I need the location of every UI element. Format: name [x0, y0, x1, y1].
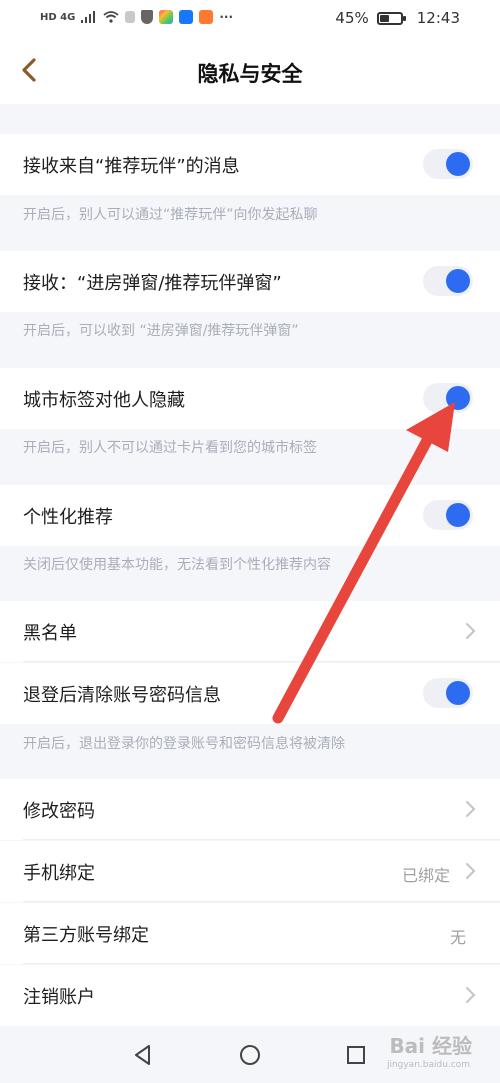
setting-label: 黑名单: [23, 623, 77, 644]
status-left: HD 4G ···: [40, 10, 233, 24]
setting-blacklist[interactable]: 黑名单: [0, 601, 500, 662]
third-party-binding-status: 无: [449, 928, 466, 947]
city-tag-toggle[interactable]: [423, 383, 473, 413]
watermark-logo: Bai 经验: [389, 1034, 472, 1058]
setting-phone-binding[interactable]: 手机绑定 已绑定: [0, 841, 500, 902]
setting-label: 个性化推荐: [23, 507, 113, 528]
toggle-knob: [446, 152, 470, 176]
divider: [23, 661, 500, 662]
divider: [23, 901, 500, 902]
setting-label: 接收：“进房弹窗/推荐玩伴弹窗”: [23, 273, 282, 294]
setting-third-party-binding[interactable]: 第三方账号绑定 无: [0, 903, 500, 964]
signal-icon: [81, 11, 96, 23]
recommend-messages-description: 开启后，别人可以通过“推荐玩伴”向你发起私聊: [23, 207, 318, 223]
status-right: 45% 12:43: [335, 9, 460, 27]
setting-label: 注销账户: [23, 987, 95, 1008]
setting-personalized-recommendation: 个性化推荐: [0, 485, 500, 546]
setting-cancel-account[interactable]: 注销账户: [0, 965, 500, 1026]
clock: 12:43: [416, 9, 460, 27]
chevron-right-icon: [466, 623, 476, 639]
setting-label: 手机绑定: [23, 863, 95, 884]
setting-recommend-messages: 接收来自“推荐玩伴”的消息: [0, 134, 500, 195]
popup-notifications-description: 开启后，可以收到 “进房弹窗/推荐玩伴弹窗”: [23, 323, 299, 339]
city-tag-description: 开启后，别人不可以通过卡片看到您的城市标签: [23, 440, 317, 456]
toggle-knob: [446, 503, 470, 527]
app-icon: [179, 10, 194, 24]
toggle-knob: [446, 386, 470, 410]
network-indicator: HD 4G: [40, 11, 76, 23]
setting-change-password[interactable]: 修改密码: [0, 779, 500, 840]
recommend-messages-toggle[interactable]: [423, 149, 473, 179]
clear-on-logout-description: 开启后，退出登录你的登录账号和密码信息将被清除: [23, 736, 345, 752]
phone-binding-status: 已绑定: [401, 866, 450, 885]
download-icon: [125, 11, 136, 23]
setting-label: 修改密码: [23, 801, 95, 822]
setting-label: 接收来自“推荐玩伴”的消息: [23, 156, 240, 177]
header: 隐私与安全: [0, 38, 500, 104]
back-triangle-icon[interactable]: [132, 1044, 154, 1066]
watermark-url: jingyan.baidu.com: [386, 1060, 470, 1070]
battery-icon: [376, 11, 406, 25]
popup-notifications-toggle[interactable]: [423, 266, 473, 296]
setting-label: 退登后清除账号密码信息: [23, 685, 221, 706]
app-icon: [159, 10, 174, 24]
recents-square-icon[interactable]: [345, 1044, 367, 1066]
personalized-recommendation-description: 关闭后仅使用基本功能，无法看到个性化推荐内容: [23, 557, 331, 573]
chevron-right-icon: [466, 801, 476, 817]
toggle-knob: [446, 681, 470, 705]
setting-clear-on-logout: 退登后清除账号密码信息: [0, 663, 500, 724]
chevron-right-icon: [466, 987, 476, 1003]
wifi-icon: [103, 11, 119, 23]
status-bar: HD 4G ··· 45% 12:43: [0, 0, 500, 38]
app-icon: [199, 10, 214, 24]
home-circle-icon[interactable]: [239, 1044, 261, 1066]
clear-on-logout-toggle[interactable]: [423, 678, 473, 708]
shield-icon: [141, 10, 154, 24]
more-dots: ···: [219, 10, 234, 24]
personalized-recommendation-toggle[interactable]: [423, 500, 473, 530]
setting-popup-notifications: 接收：“进房弹窗/推荐玩伴弹窗”: [0, 251, 500, 312]
divider: [23, 963, 500, 964]
battery-fill: [379, 14, 389, 22]
page-title: 隐私与安全: [197, 62, 303, 86]
chevron-right-icon: [466, 863, 476, 879]
divider: [23, 839, 500, 840]
toggle-knob: [446, 269, 470, 293]
battery-percent: 45%: [335, 9, 369, 27]
setting-label: 城市标签对他人隐藏: [23, 390, 185, 411]
setting-city-tag: 城市标签对他人隐藏: [0, 368, 500, 429]
setting-label: 第三方账号绑定: [23, 925, 149, 946]
